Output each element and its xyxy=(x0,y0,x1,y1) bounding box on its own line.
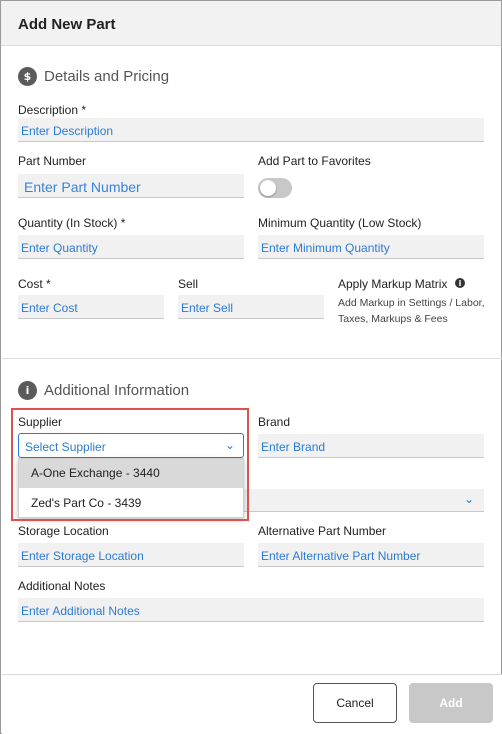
modal-title: Add New Part xyxy=(18,16,116,33)
additional-section-title: i Additional Information xyxy=(18,381,189,400)
alt-part-input[interactable]: Enter Alternative Part Number xyxy=(258,543,484,567)
markup-hint-line1: Add Markup in Settings / Labor, xyxy=(338,297,485,309)
cancel-button[interactable]: Cancel xyxy=(313,683,397,723)
brand-label: Brand xyxy=(258,415,291,429)
brand-placeholder: Enter Brand xyxy=(261,440,326,454)
part-number-input[interactable]: Enter Part Number xyxy=(18,174,244,198)
quantity-placeholder: Enter Quantity xyxy=(21,241,98,255)
storage-input[interactable]: Enter Storage Location xyxy=(18,543,244,567)
notes-label: Additional Notes xyxy=(18,579,106,593)
sell-input[interactable]: Enter Sell xyxy=(178,295,324,319)
details-section-title: $ Details and Pricing xyxy=(18,67,169,86)
part-number-placeholder: Enter Part Number xyxy=(24,179,141,195)
quantity-input[interactable]: Enter Quantity xyxy=(18,235,244,259)
add-button[interactable]: Add xyxy=(409,683,493,723)
min-quantity-input[interactable]: Enter Minimum Quantity xyxy=(258,235,484,259)
section-divider xyxy=(2,358,502,359)
info-icon[interactable]: i xyxy=(455,278,465,288)
chevron-down-icon: ⌄ xyxy=(463,492,474,506)
sell-placeholder: Enter Sell xyxy=(181,301,234,315)
additional-section-label: Additional Information xyxy=(44,382,190,399)
description-placeholder: Enter Description xyxy=(21,124,114,138)
min-quantity-placeholder: Enter Minimum Quantity xyxy=(261,241,390,255)
highlight-box xyxy=(11,408,249,521)
modal-header: Add New Part xyxy=(1,1,501,46)
dollar-icon: $ xyxy=(18,67,37,86)
description-input[interactable]: Enter Description xyxy=(18,118,484,142)
cost-input[interactable]: Enter Cost xyxy=(18,295,164,319)
details-section-label: Details and Pricing xyxy=(44,68,170,85)
add-part-modal: Add New Part $ Details and Pricing Descr… xyxy=(0,0,502,734)
favorites-label: Add Part to Favorites xyxy=(258,154,371,168)
alt-part-placeholder: Enter Alternative Part Number xyxy=(261,549,421,563)
markup-hint-line2: Taxes, Markups & Fees xyxy=(338,313,448,325)
sell-label: Sell xyxy=(178,277,199,291)
storage-placeholder: Enter Storage Location xyxy=(21,549,144,563)
info-circle-icon: i xyxy=(18,381,37,400)
cost-placeholder: Enter Cost xyxy=(21,301,78,315)
description-label: Description * xyxy=(18,103,87,117)
markup-label: Apply Markup Matrix xyxy=(338,277,448,291)
storage-label: Storage Location xyxy=(18,524,109,538)
favorites-toggle[interactable] xyxy=(258,178,292,198)
alt-part-label: Alternative Part Number xyxy=(258,524,387,538)
part-number-label: Part Number xyxy=(18,154,87,168)
cost-label: Cost * xyxy=(18,277,51,291)
min-quantity-label: Minimum Quantity (Low Stock) xyxy=(258,216,422,230)
toggle-knob xyxy=(260,180,276,196)
notes-placeholder: Enter Additional Notes xyxy=(21,604,140,618)
notes-input[interactable]: Enter Additional Notes xyxy=(18,598,484,622)
quantity-label: Quantity (In Stock) * xyxy=(18,216,126,230)
brand-input[interactable]: Enter Brand xyxy=(258,434,484,458)
